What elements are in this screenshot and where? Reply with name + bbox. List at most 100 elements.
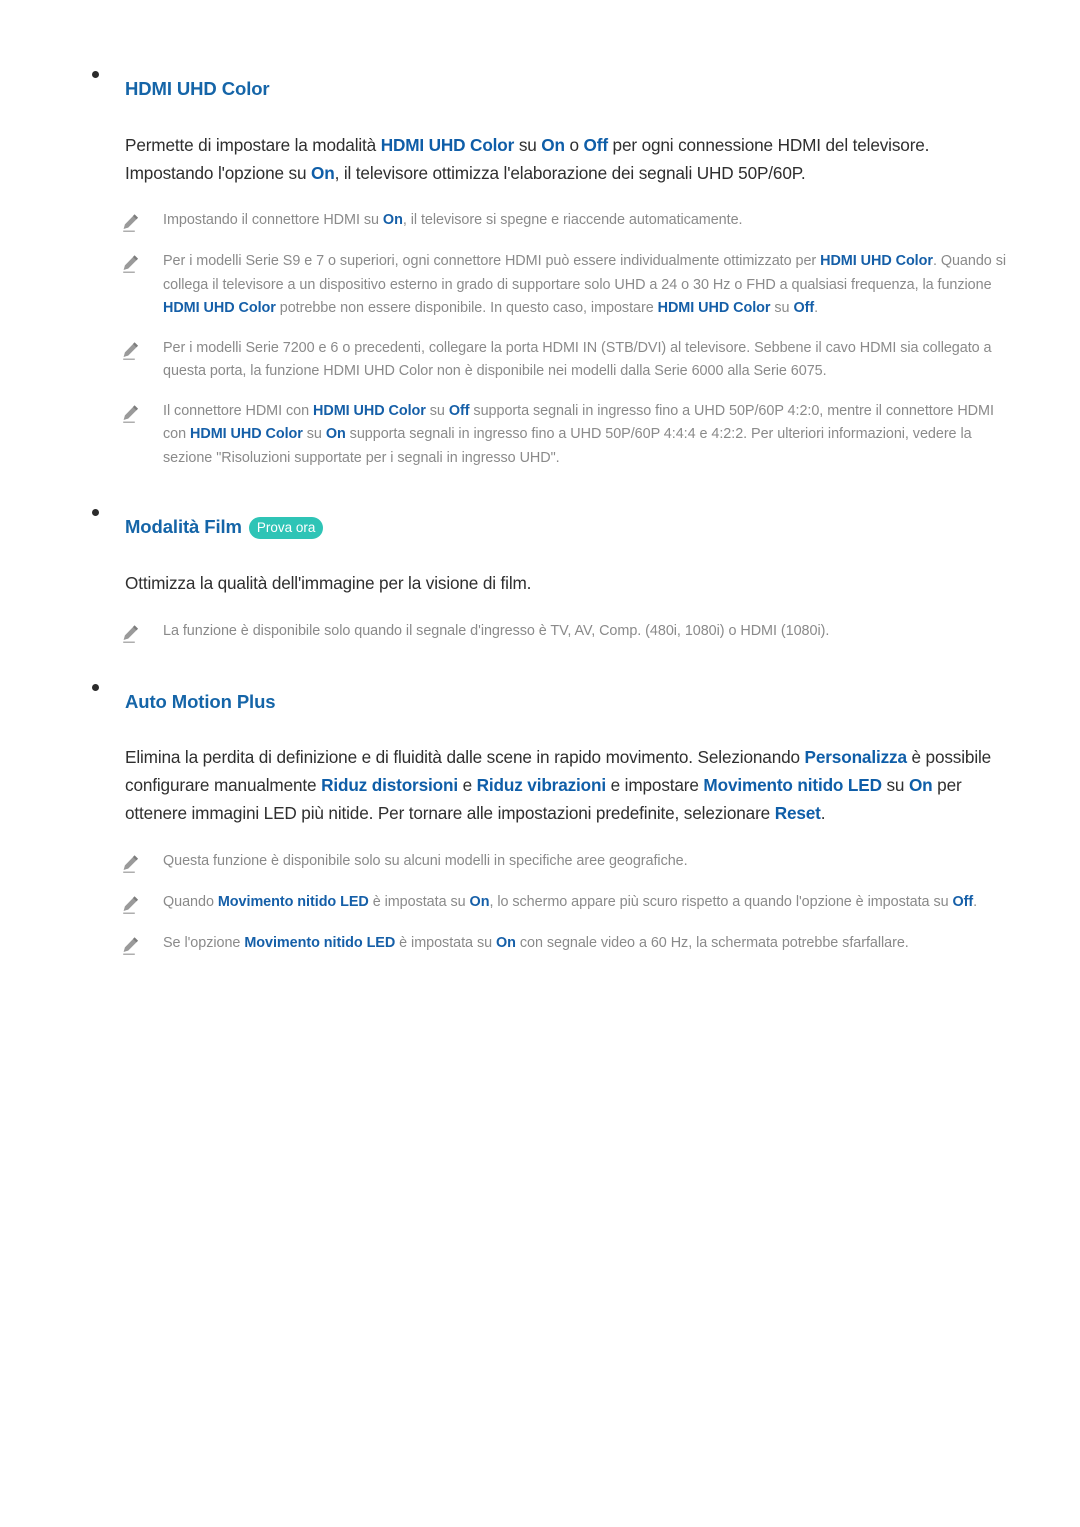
note-part: su: [770, 300, 794, 317]
note-part: Per i modelli Serie S9 e 7 o superiori, …: [163, 253, 821, 270]
para-text: e impostare: [606, 775, 704, 796]
note-part: La funzione è disponibile solo quando il…: [163, 622, 830, 639]
emphasis-off: Off: [583, 134, 609, 155]
section-auto-motion-plus: Auto Motion Plus Elimina la perdita di d…: [92, 675, 1008, 957]
emphasis-personalizza: Personalizza: [804, 747, 907, 768]
note-part: su: [425, 402, 449, 419]
page-title: Modalità Film Prova ora: [125, 515, 324, 540]
emphasis-on: On: [541, 134, 565, 155]
emphasis-on: On: [469, 893, 490, 910]
notes-list: Impostando il connettore HDMI su On, il …: [92, 209, 1008, 470]
emphasis-riduz-distorsioni: Riduz distorsioni: [321, 775, 458, 796]
pencil-note-icon: [120, 853, 142, 875]
para-text: o: [564, 134, 584, 155]
emphasis-hdmi-uhd-color: HDMI UHD Color: [163, 300, 276, 317]
list-item: Quando Movimento nitido LED è impostata …: [92, 891, 1008, 916]
note-part: Per i modelli Serie 7200 e 6 o precedent…: [163, 339, 992, 380]
pencil-note-icon: [120, 623, 142, 645]
bullet-dot-icon: [92, 71, 99, 78]
section-hdmi-uhd-color: HDMI UHD Color Permette di impostare la …: [92, 62, 1008, 470]
list-item: Per i modelli Serie 7200 e 6 o precedent…: [92, 337, 1008, 384]
emphasis-movimento-nitido-led: Movimento nitido LED: [217, 893, 369, 910]
document-page: HDMI UHD Color Permette di impostare la …: [0, 0, 1080, 1527]
emphasis-hdmi-uhd-color: HDMI UHD Color: [190, 426, 303, 443]
note-text: La funzione è disponibile solo quando il…: [163, 620, 829, 643]
emphasis-hdmi-uhd-color: HDMI UHD Color: [820, 253, 933, 270]
note-text: Quando Movimento nitido LED è impostata …: [163, 891, 977, 914]
section-heading: Modalità Film Prova ora: [92, 500, 1008, 556]
para-text: Permette di impostare la modalità: [125, 134, 381, 155]
pencil-note-icon: [120, 403, 142, 425]
note-part: è impostata su: [368, 893, 470, 910]
section-heading: HDMI UHD Color: [92, 62, 1008, 118]
note-part: su: [302, 426, 326, 443]
note-part: , il televisore si spegne e riaccende au…: [402, 212, 743, 229]
note-text: Impostando il connettore HDMI su On, il …: [163, 209, 743, 232]
note-part: Impostando il connettore HDMI su: [163, 212, 383, 229]
emphasis-on: On: [496, 934, 516, 951]
page-title: HDMI UHD Color: [125, 77, 270, 102]
emphasis-off: Off: [793, 300, 815, 317]
section-title-text: Modalità Film: [125, 516, 242, 538]
note-part: con segnale video a 60 Hz, la schermata …: [515, 934, 909, 951]
note-part: .: [973, 893, 978, 910]
list-item: Se l'opzione Movimento nitido LED è impo…: [92, 932, 1008, 957]
note-text: Per i modelli Serie 7200 e 6 o precedent…: [163, 337, 1008, 384]
emphasis-off: Off: [952, 893, 974, 910]
page-title: Auto Motion Plus: [125, 690, 276, 715]
section-title-text: HDMI UHD Color: [125, 78, 270, 100]
note-part: potrebbe non essere disponibile. In ques…: [275, 300, 658, 317]
emphasis-on: On: [311, 162, 335, 183]
bullet-dot-icon: [92, 683, 99, 691]
emphasis-reset: Reset: [774, 803, 821, 824]
para-text: Ottimizza la qualità dell'immagine per l…: [125, 572, 532, 593]
emphasis-movimento-nitido-led: Movimento nitido LED: [244, 934, 396, 951]
pencil-note-icon: [120, 253, 142, 275]
pencil-note-icon: [120, 935, 142, 957]
emphasis-hdmi-uhd-color: HDMI UHD Color: [657, 300, 771, 317]
note-part: Il connettore HDMI con: [163, 402, 314, 419]
emphasis-hdmi-uhd-color: HDMI UHD Color: [313, 402, 426, 419]
list-item: Questa funzione è disponibile solo su al…: [92, 850, 1008, 875]
note-part: , lo schermo appare più scuro rispetto a…: [489, 893, 953, 910]
list-item: La funzione è disponibile solo quando il…: [92, 620, 1008, 645]
emphasis-riduz-vibrazioni: Riduz vibrazioni: [476, 775, 607, 796]
notes-list: La funzione è disponibile solo quando il…: [92, 620, 1008, 645]
note-part: Se l'opzione: [163, 934, 245, 951]
section-modalita-film: Modalità Film Prova ora Ottimizza la qual…: [92, 500, 1008, 645]
section-title-text: Auto Motion Plus: [125, 690, 276, 712]
para-text: su: [881, 775, 909, 796]
note-text: Se l'opzione Movimento nitido LED è impo…: [163, 932, 909, 955]
emphasis-movimento-nitido-led: Movimento nitido LED: [703, 775, 882, 796]
list-item: Il connettore HDMI con HDMI UHD Color su…: [92, 400, 1008, 470]
emphasis-hdmi-uhd-color: HDMI UHD Color: [380, 134, 515, 155]
section-heading: Auto Motion Plus: [92, 675, 1008, 731]
para-text: su: [514, 134, 542, 155]
para-text: e: [457, 775, 477, 796]
note-text: Il connettore HDMI con HDMI UHD Color su…: [163, 400, 1008, 470]
note-text: Questa funzione è disponibile solo su al…: [163, 850, 688, 873]
note-part: è impostata su: [395, 934, 496, 951]
pencil-note-icon: [120, 212, 142, 234]
emphasis-on: On: [908, 775, 933, 796]
emphasis-off: Off: [448, 402, 470, 419]
emphasis-on: On: [382, 212, 403, 229]
note-text: Per i modelli Serie S9 e 7 o superiori, …: [163, 250, 1008, 320]
note-part: Quando: [163, 893, 218, 910]
list-item: Per i modelli Serie S9 e 7 o superiori, …: [92, 250, 1008, 320]
para-text: Elimina la perdita di definizione e di f…: [125, 747, 805, 768]
list-item: Impostando il connettore HDMI su On, il …: [92, 209, 1008, 234]
pencil-note-icon: [120, 340, 142, 362]
para-text: , il televisore ottimizza l'elaborazione…: [334, 162, 806, 183]
section-paragraph: Elimina la perdita di definizione e di f…: [125, 744, 1008, 828]
document-content: HDMI UHD Color Permette di impostare la …: [92, 62, 1008, 957]
note-part: Questa funzione è disponibile solo su al…: [163, 852, 688, 869]
emphasis-on: On: [325, 426, 346, 443]
bullet-dot-icon: [92, 509, 99, 517]
section-paragraph: Ottimizza la qualità dell'immagine per l…: [125, 570, 1008, 598]
pencil-note-icon: [120, 894, 142, 916]
note-part: .: [814, 300, 819, 317]
status-badge-prova-ora[interactable]: Prova ora: [248, 516, 324, 540]
